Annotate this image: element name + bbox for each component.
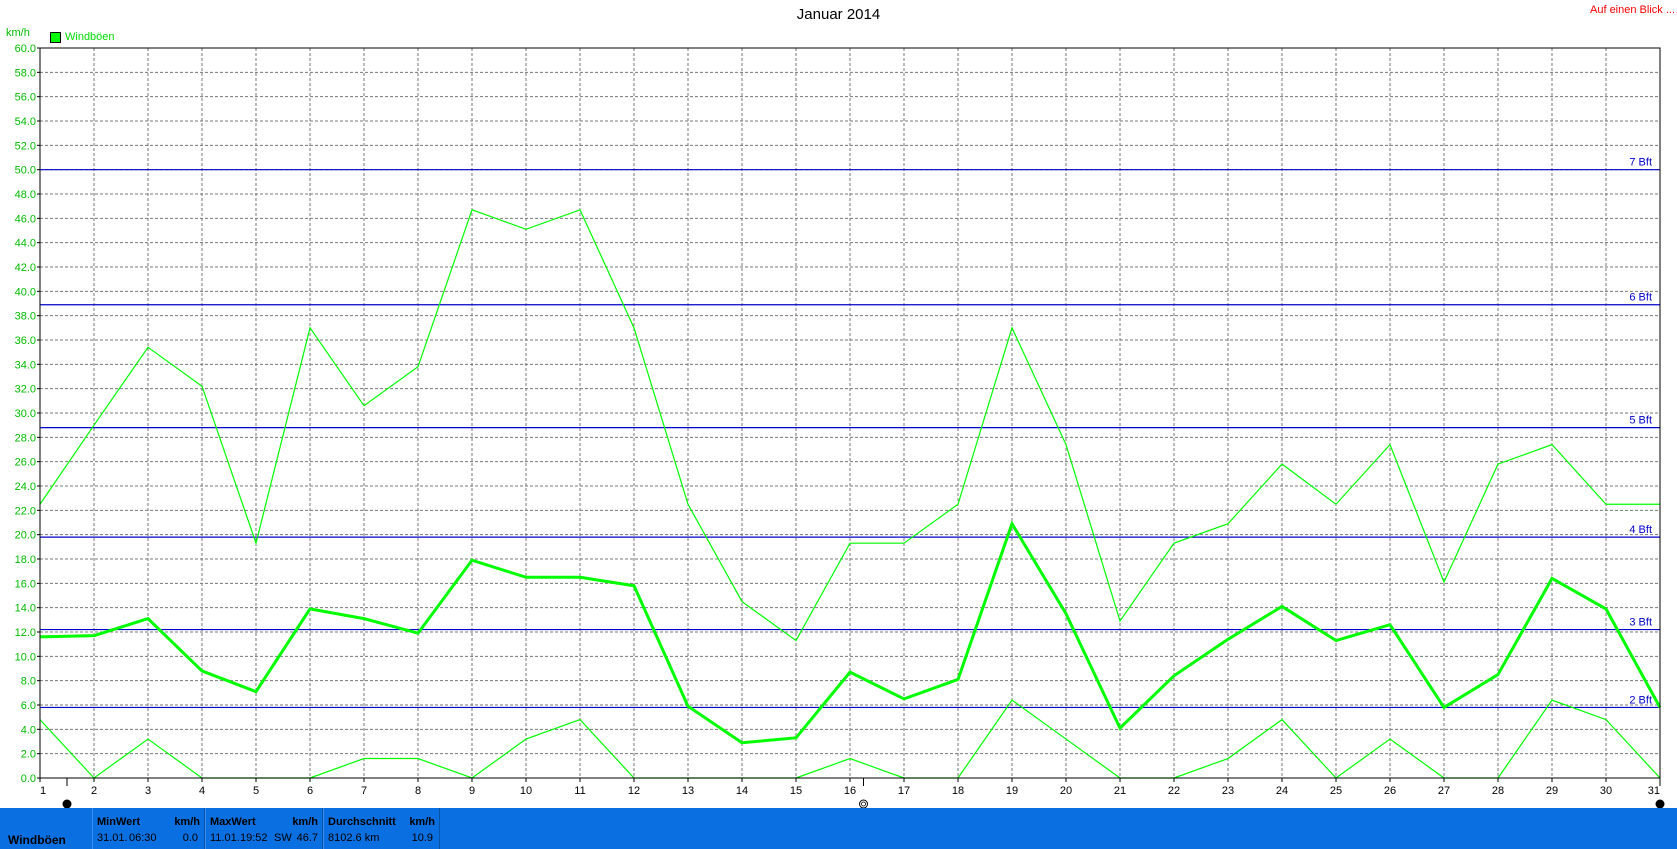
x-tick-label: 1	[40, 785, 46, 797]
legend-item[interactable]: Windböen	[50, 31, 115, 43]
max-stat-panel: MaxWert km/h 11.01. 19:52 SW 46.7	[205, 808, 323, 849]
x-tick-label: 29	[1546, 785, 1558, 797]
x-tick-label: 8	[415, 785, 421, 797]
y-tick-label: 20.0	[15, 530, 36, 542]
min-header: MinWert	[97, 816, 141, 828]
new-moon-icon	[62, 799, 72, 808]
y-tick-label: 50.0	[15, 165, 36, 177]
beaufort-label: 5 Bft	[1629, 415, 1652, 427]
x-tick-label: 4	[199, 785, 205, 797]
x-tick-label: 21	[1114, 785, 1126, 797]
new-moon-icon	[1655, 799, 1665, 808]
max-header: MaxWert	[210, 816, 256, 828]
y-tick-label: 16.0	[15, 578, 36, 590]
avg-unit: km/h	[409, 816, 435, 828]
x-tick-label: 7	[361, 785, 367, 797]
y-tick-label: 2.0	[21, 749, 36, 761]
full-moon-icon	[859, 799, 868, 808]
y-tick-label: 8.0	[21, 676, 36, 688]
chart-title: Januar 2014	[796, 6, 881, 23]
x-tick-label: 25	[1330, 785, 1342, 797]
beaufort-label: 6 Bft	[1629, 292, 1652, 304]
y-tick-label: 42.0	[15, 262, 36, 274]
y-tick-label: 36.0	[15, 335, 36, 347]
min-time: 06:30	[129, 832, 157, 844]
x-tick-label: 15	[790, 785, 802, 797]
legend-label: Windböen	[65, 31, 115, 43]
y-tick-label: 46.0	[15, 213, 36, 225]
y-tick-label: 18.0	[15, 554, 36, 566]
y-tick-label: 38.0	[15, 311, 36, 323]
max-value: 46.7	[296, 832, 318, 844]
x-tick-label: 5	[253, 785, 259, 797]
quick-view-link[interactable]: Auf einen Blick ...	[1590, 4, 1675, 16]
x-tick-label: 2	[91, 785, 97, 797]
x-tick-label: 10	[520, 785, 532, 797]
x-tick-label: 6	[307, 785, 313, 797]
y-tick-label: 6.0	[21, 700, 36, 712]
x-tick-label: 28	[1492, 785, 1504, 797]
avg-value: 10.9	[411, 832, 433, 844]
y-tick-label: 10.0	[15, 651, 36, 663]
y-tick-label: 30.0	[15, 408, 36, 420]
y-tick-label: 48.0	[15, 189, 36, 201]
y-tick-label: 32.0	[15, 384, 36, 396]
min-value: 0.0	[182, 832, 198, 844]
wind-gust-chart: 2 Bft 3 Bft 4 Bft 5 Bft 6 Bft 7 Bft 0.0 2.0 4.0…	[15, 43, 1665, 808]
y-tick-label: 40.0	[15, 286, 36, 298]
y-tick-label: 28.0	[15, 432, 36, 444]
beaufort-label: 3 Bft	[1629, 617, 1652, 629]
x-tick-label: 13	[682, 785, 694, 797]
y-tick-label: 22.0	[15, 505, 36, 517]
avg-stat-panel: Durchschnitt km/h 8102.6 km 10.9	[323, 808, 440, 849]
moon-phase-markers	[62, 778, 1665, 808]
footer-series-label: Windböen	[8, 833, 66, 847]
y-tick-label: 26.0	[15, 457, 36, 469]
min-stat-panel: MinWert km/h 31.01. 06:30 0.0	[92, 808, 205, 849]
y-tick-label: 4.0	[21, 724, 36, 736]
legend-swatch	[50, 31, 61, 43]
min-unit: km/h	[174, 816, 200, 828]
y-axis-unit: km/h	[6, 27, 30, 39]
max-date: 11.01.	[210, 832, 240, 844]
x-tick-label: 23	[1222, 785, 1234, 797]
x-tick-label: 30	[1600, 785, 1612, 797]
y-tick-label: 60.0	[15, 43, 36, 55]
y-tick-label: 52.0	[15, 140, 36, 152]
x-tick-label: 27	[1438, 785, 1450, 797]
y-tick-label: 24.0	[15, 481, 36, 493]
y-tick-label: 34.0	[15, 359, 36, 371]
y-tick-label: 14.0	[15, 603, 36, 615]
x-tick-label: 14	[736, 785, 748, 797]
x-tick-label: 31	[1648, 785, 1660, 797]
y-tick-label: 56.0	[15, 92, 36, 104]
y-tick-label: 58.0	[15, 67, 36, 79]
x-tick-label: 26	[1384, 785, 1396, 797]
x-tick-label: 16	[844, 785, 856, 797]
x-tick-label: 3	[145, 785, 151, 797]
x-tick-label: 11	[574, 785, 585, 797]
x-tick-label: 20	[1060, 785, 1072, 797]
x-tick-label: 12	[628, 785, 640, 797]
avg-distance: 8102.6 km	[328, 832, 380, 844]
y-tick-label: 12.0	[15, 627, 36, 639]
min-date: 31.01.	[97, 832, 128, 844]
x-tick-label: 24	[1276, 785, 1288, 797]
max-time: 19:52	[240, 832, 268, 844]
max-unit: km/h	[292, 816, 318, 828]
x-tick-label: 17	[898, 785, 910, 797]
beaufort-label: 4 Bft	[1629, 524, 1652, 536]
beaufort-label: 7 Bft	[1629, 157, 1652, 169]
beaufort-label: 2 Bft	[1629, 694, 1652, 706]
x-tick-label: 19	[1006, 785, 1018, 797]
max-direction: SW	[274, 832, 292, 844]
y-tick-label: 54.0	[15, 116, 36, 128]
x-tick-label: 18	[952, 785, 964, 797]
x-tick-label: 22	[1168, 785, 1180, 797]
y-tick-label: 44.0	[15, 238, 36, 250]
x-tick-label: 9	[469, 785, 475, 797]
y-tick-label: 0.0	[21, 773, 36, 785]
avg-header: Durchschnitt	[328, 816, 396, 828]
